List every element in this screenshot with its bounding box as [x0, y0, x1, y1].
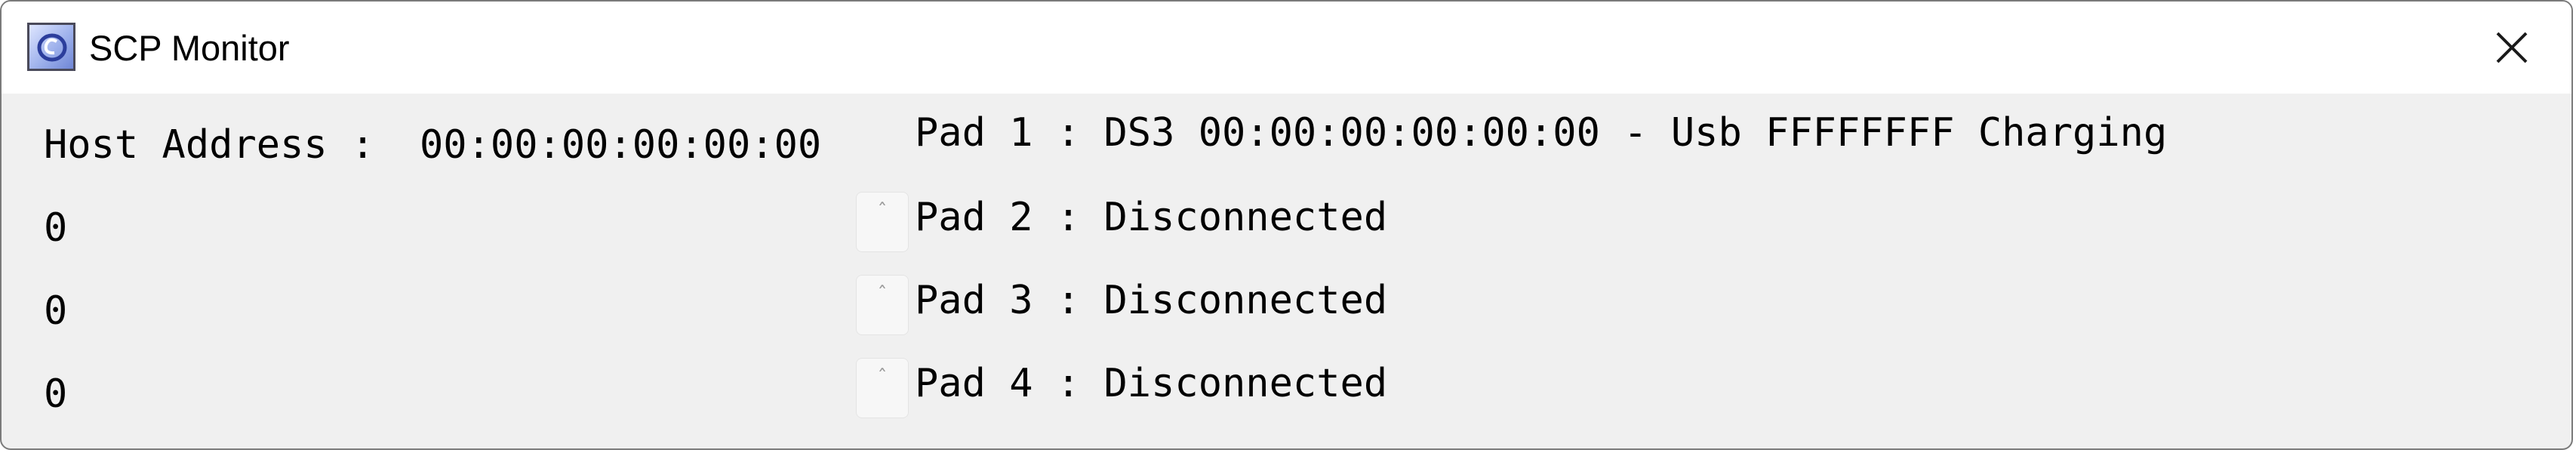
host-address-label: Host Address :	[44, 122, 375, 168]
pad-3-counter: 0	[44, 288, 68, 334]
chevron-up-icon: ˆ	[877, 283, 888, 306]
pad-2-label: Pad 2 :	[915, 195, 1081, 240]
pad-1-status-row: Pad 1 : DS3 00:00:00:00:00:00 - Usb FFFF…	[915, 109, 2167, 157]
pad-3-status-row: Pad 3 : Disconnected	[915, 276, 1387, 325]
pad-4-spin-button[interactable]: ˆ	[856, 358, 909, 418]
close-icon	[2496, 32, 2528, 63]
close-button[interactable]	[2451, 2, 2571, 94]
title-bar[interactable]: SCP Monitor	[2, 2, 2571, 94]
pad-4-status: Disconnected	[1103, 361, 1388, 406]
scp-monitor-window: SCP Monitor Host Address : 00:00:00:00:0…	[0, 0, 2573, 450]
chevron-up-icon: ˆ	[877, 366, 888, 389]
pad-1-status: DS3 00:00:00:00:00:00 - Usb FFFFFFFF Cha…	[1103, 110, 2168, 156]
pad-4-counter: 0	[44, 371, 68, 417]
chevron-up-icon: ˆ	[877, 200, 888, 223]
pad-1-label: Pad 1 :	[915, 110, 1081, 156]
pad-4-status-row: Pad 4 : Disconnected	[915, 359, 1387, 408]
pad-3-status: Disconnected	[1103, 278, 1388, 323]
pad-2-status: Disconnected	[1103, 195, 1388, 240]
host-address-value: 00:00:00:00:00:00	[420, 122, 822, 168]
pad-2-spin-button[interactable]: ˆ	[856, 192, 909, 252]
pad-3-spin-button[interactable]: ˆ	[856, 275, 909, 335]
window-title: SCP Monitor	[89, 28, 290, 68]
pad-2-counter: 0	[44, 205, 68, 251]
pad-3-label: Pad 3 :	[915, 278, 1081, 323]
pad-2-status-row: Pad 2 : Disconnected	[915, 193, 1387, 242]
scp-app-icon	[27, 23, 75, 71]
pad-4-label: Pad 4 :	[915, 361, 1081, 406]
